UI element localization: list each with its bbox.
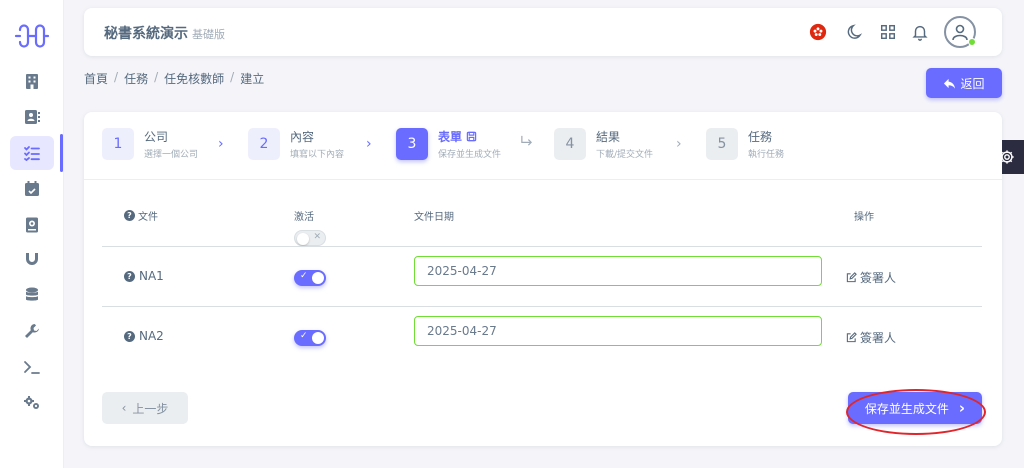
chevron-left-icon: ‹: [121, 401, 127, 415]
step-task[interactable]: 5 任務 執行任務: [706, 128, 784, 160]
column-header-date: 文件日期: [414, 212, 454, 223]
column-header-action: 操作: [854, 212, 874, 223]
table-divider: [102, 246, 982, 247]
contact-card-icon[interactable]: [21, 106, 43, 128]
column-header-file: ? 文件: [124, 208, 158, 223]
step-company[interactable]: 1 公司 選擇一個公司: [102, 128, 198, 160]
column-header-active-label: 激活: [294, 212, 314, 223]
signer-link[interactable]: 簽署人: [846, 269, 896, 286]
reply-icon: [944, 78, 956, 89]
help-icon[interactable]: ?: [124, 270, 135, 282]
back-button-label: 返回: [960, 76, 985, 91]
table-divider: [102, 306, 982, 307]
active-toggle[interactable]: ✓: [294, 270, 326, 286]
arrow-turn-icon: [520, 134, 533, 151]
step-title: 結果: [596, 130, 621, 144]
step-result[interactable]: 4 結果 下載/提交文件: [554, 128, 653, 160]
step-subtitle: 保存並生成文件: [438, 150, 502, 160]
grid-icon[interactable]: [878, 22, 898, 42]
user-avatar-icon[interactable]: [944, 16, 976, 48]
online-status-dot: [968, 38, 976, 46]
step-content[interactable]: 2 內容 填寫以下內容: [248, 128, 344, 160]
edit-icon: [846, 272, 857, 283]
previous-step-label: 上一步: [132, 401, 169, 416]
chevron-right-icon: ›: [366, 136, 372, 152]
help-icon[interactable]: ?: [124, 330, 135, 342]
step-title: 表單: [438, 130, 463, 144]
edit-icon: [846, 332, 857, 343]
task-list-icon[interactable]: [10, 136, 54, 170]
breadcrumb-tasks[interactable]: 任務: [124, 70, 148, 87]
magnet-icon[interactable]: [21, 248, 43, 270]
breadcrumb-separator: /: [114, 70, 119, 84]
date-input[interactable]: 2025-04-27: [414, 256, 822, 286]
table-row-name: ? NA2: [124, 329, 164, 343]
step-subtitle: 下載/提交文件: [596, 150, 654, 160]
step-number: 2: [248, 128, 280, 160]
date-input[interactable]: 2025-04-27: [414, 316, 822, 346]
breadcrumb-separator: /: [230, 70, 235, 84]
top-navbar: 秘書系統演示 基礎版: [84, 8, 1002, 56]
app-title: 秘書系統演示 基礎版: [104, 23, 225, 43]
file-name: NA1: [139, 269, 164, 283]
toggle-all-switch[interactable]: ✕: [294, 230, 326, 246]
step-form[interactable]: 3 表單 保存並生成文件: [396, 128, 501, 160]
sidebar: [0, 0, 64, 468]
terminal-icon[interactable]: [21, 356, 43, 378]
breadcrumb: 首頁 / 任務 / 任免核數師 / 建立: [84, 70, 264, 87]
brand-logo[interactable]: [14, 20, 50, 52]
step-title-row: 表單: [438, 128, 501, 145]
hk-flag-icon[interactable]: [808, 22, 828, 42]
step-title: 公司: [144, 130, 169, 144]
calendar-icon[interactable]: [21, 178, 43, 200]
breadcrumb-create: 建立: [240, 72, 265, 86]
step-subtitle: 填寫以下內容: [290, 150, 345, 160]
chevron-right-icon: ›: [218, 136, 224, 152]
chevron-right-icon: ›: [676, 136, 682, 152]
file-name: NA2: [139, 329, 164, 343]
wrench-icon[interactable]: [21, 320, 43, 342]
save-generate-label: 保存並生成文件: [864, 401, 949, 416]
signer-link[interactable]: 簽署人: [846, 329, 896, 346]
book-icon[interactable]: [21, 214, 43, 236]
gears-icon[interactable]: [21, 392, 43, 414]
step-number: 3: [396, 128, 428, 160]
back-button[interactable]: 返回: [926, 68, 1002, 98]
step-number: 1: [102, 128, 134, 160]
table-row-name: ? NA1: [124, 269, 164, 283]
building-icon[interactable]: [21, 70, 43, 92]
step-title: 任務: [748, 130, 773, 144]
step-subtitle: 執行任務: [748, 150, 785, 160]
step-subtitle: 選擇一個公司: [144, 150, 199, 160]
app-title-text: 秘書系統演示: [104, 26, 188, 42]
breadcrumb-home[interactable]: 首頁: [84, 70, 108, 87]
signer-label: 簽署人: [860, 271, 897, 285]
breadcrumb-separator: /: [154, 70, 159, 84]
save-disk-icon: [466, 131, 477, 142]
bell-icon[interactable]: [910, 22, 930, 42]
step-number: 5: [706, 128, 738, 160]
step-number: 4: [554, 128, 586, 160]
database-icon[interactable]: [21, 284, 43, 306]
save-generate-button[interactable]: 保存並生成文件 ›: [848, 392, 982, 424]
column-header-file-label: 文件: [138, 212, 158, 223]
app-edition: 基礎版: [192, 28, 225, 41]
stepper: 1 公司 選擇一個公司 › 2 內容 填寫以下內容 › 3 表單 保存並生成文件: [84, 112, 1002, 180]
active-toggle[interactable]: ✓: [294, 330, 326, 346]
column-header-active: 激活 ✕: [294, 208, 326, 246]
wizard-card: 1 公司 選擇一個公司 › 2 內容 填寫以下內容 › 3 表單 保存並生成文件: [84, 112, 1002, 446]
help-icon[interactable]: ?: [124, 210, 135, 221]
chevron-right-icon: ›: [958, 399, 966, 417]
active-indicator: [60, 134, 63, 172]
moon-icon[interactable]: [846, 22, 866, 42]
previous-step-button[interactable]: ‹ 上一步: [102, 392, 188, 424]
breadcrumb-auditor[interactable]: 任免核數師: [164, 70, 224, 87]
signer-label: 簽署人: [860, 331, 897, 345]
step-title: 內容: [290, 130, 315, 144]
